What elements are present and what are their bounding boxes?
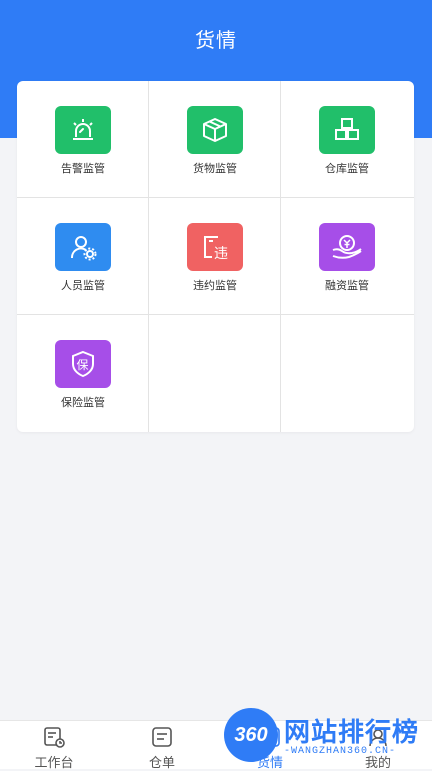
grid-item-label: 告警监管	[61, 163, 105, 175]
grid-item-breach[interactable]: 违 违约监管	[149, 198, 281, 315]
grid-divider	[17, 197, 414, 198]
grid-empty-cell	[149, 315, 281, 432]
grid-divider	[280, 81, 281, 432]
watermark-logo: 360 网站排行榜 -WANGZHAN360.CN-	[222, 702, 432, 768]
grid-item-personnel[interactable]: 人员监管	[17, 198, 149, 315]
grid-item-label: 融资监管	[325, 280, 369, 292]
alarm-icon	[55, 106, 111, 154]
watermark-circle: 360	[224, 708, 278, 762]
grid-item-financing[interactable]: 融资监管	[281, 198, 413, 315]
function-grid: 告警监管 货物监管 仓库监管 人员监管 违 违约监管 融资监管 保 保险监管	[17, 81, 414, 432]
breach-icon: 违	[187, 223, 243, 271]
grid-item-label: 仓库监管	[325, 163, 369, 175]
boxes-icon	[319, 106, 375, 154]
receipt-icon	[152, 727, 172, 747]
grid-item-label: 货物监管	[193, 163, 237, 175]
tab-receipt[interactable]: 仓单	[108, 721, 216, 770]
watermark-title: 网站排行榜	[284, 717, 420, 747]
breach-icon-text: 违	[214, 246, 228, 262]
grid-divider	[17, 314, 414, 315]
grid-empty-cell	[281, 315, 413, 432]
tab-workbench[interactable]: 工作台	[0, 721, 108, 770]
grid-item-label: 人员监管	[61, 280, 105, 292]
watermark-subtitle: -WANGZHAN360.CN-	[284, 746, 397, 757]
grid-item-label: 违约监管	[193, 280, 237, 292]
grid-item-goods[interactable]: 货物监管	[149, 81, 281, 198]
package-icon	[187, 106, 243, 154]
grid-divider	[148, 81, 149, 432]
user-gear-icon	[55, 223, 111, 271]
tab-label: 工作台	[34, 755, 74, 770]
tab-label: 仓单	[148, 755, 175, 770]
grid-item-warehouse[interactable]: 仓库监管	[281, 81, 413, 198]
grid-item-insurance[interactable]: 保 保险监管	[17, 315, 149, 432]
workbench-icon	[44, 727, 65, 748]
shield-text: 保	[77, 358, 89, 372]
yen-hand-icon	[319, 223, 375, 271]
page-title: 货情	[195, 30, 237, 52]
grid-item-label: 保险监管	[61, 397, 105, 409]
grid-item-alarm[interactable]: 告警监管	[17, 81, 149, 198]
shield-bao-icon: 保	[55, 340, 111, 388]
